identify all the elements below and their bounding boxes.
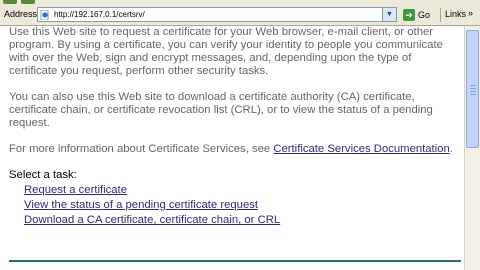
go-arrow-icon: ➜ xyxy=(403,8,415,21)
intro-paragraph: Use this Web site to request a certifica… xyxy=(9,26,443,77)
go-button[interactable]: ➜ Go xyxy=(403,7,437,22)
page-content: Use this Web site to request a certifica… xyxy=(9,26,461,266)
more-info-suffix: . xyxy=(449,143,453,155)
address-label: Address xyxy=(4,9,38,19)
grip-line xyxy=(470,94,476,95)
list-item: View the status of a pending certificate… xyxy=(24,198,461,213)
more-info-text: For more information about Certificate S… xyxy=(9,143,274,155)
task-list: Request a certificate View the status of… xyxy=(9,183,461,228)
scrollbar-thumb[interactable] xyxy=(466,30,479,148)
grip-line xyxy=(470,85,476,86)
ie-page-icon xyxy=(40,10,49,20)
dropdown-arrow-icon[interactable]: ▼ xyxy=(382,8,396,21)
view-pending-status-link[interactable]: View the status of a pending certificate… xyxy=(24,199,258,211)
task-heading: Select a task: xyxy=(9,169,77,181)
forward-icon[interactable] xyxy=(21,0,35,4)
more-info-paragraph: For more information about Certificate S… xyxy=(9,143,461,156)
vertical-scrollbar[interactable] xyxy=(464,26,480,270)
list-item: Request a certificate xyxy=(24,183,461,198)
go-label: Go xyxy=(418,9,431,20)
address-bar: Address http://192.167.0.1/certsrv/ ▼ ➜ … xyxy=(0,5,480,26)
back-icon[interactable] xyxy=(3,0,17,4)
grip-line xyxy=(470,91,476,92)
download-paragraph: You can also use this Web site to downlo… xyxy=(9,91,433,129)
toolbar-separator xyxy=(440,8,441,22)
documentation-link[interactable]: Certificate Services Documentation xyxy=(273,143,449,155)
request-certificate-link[interactable]: Request a certificate xyxy=(24,184,127,196)
footer-rule xyxy=(9,260,461,262)
download-ca-certificate-link[interactable]: Download a CA certificate, certificate c… xyxy=(24,214,280,226)
address-input[interactable]: http://192.167.0.1/certsrv/ ▼ xyxy=(37,7,397,22)
links-button[interactable]: Links xyxy=(445,9,466,19)
links-chevron-icon[interactable]: » xyxy=(468,8,473,18)
address-url: http://192.167.0.1/certsrv/ xyxy=(54,10,145,19)
grip-line xyxy=(470,88,476,89)
list-item: Download a CA certificate, certificate c… xyxy=(24,213,461,228)
